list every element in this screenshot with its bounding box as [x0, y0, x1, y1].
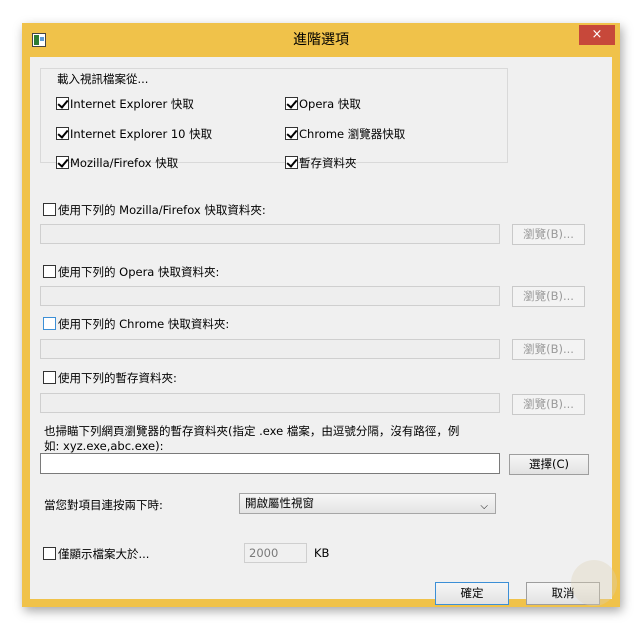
scan-browsers-description: 也掃瞄下列網頁瀏覽器的暫存資料夾(指定 .exe 檔案，由逗號分隔，沒有路徑，例	[44, 424, 460, 438]
temp-folder-label[interactable]: 暫存資料夾	[299, 155, 357, 171]
close-button[interactable]: ×	[579, 25, 615, 45]
custom-firefox-folder-label[interactable]: 使用下列的 Mozilla/Firefox 快取資料夾:	[58, 202, 266, 218]
opera-browse-button[interactable]: 瀏覽(B)...	[512, 286, 585, 307]
browser-exe-list-input[interactable]	[40, 453, 500, 474]
custom-temp-folder-label[interactable]: 使用下列的暫存資料夾:	[58, 370, 177, 386]
custom-temp-folder-checkbox[interactable]	[43, 371, 56, 384]
custom-firefox-folder-checkbox[interactable]	[43, 203, 56, 216]
opera-cache-label[interactable]: Opera 快取	[299, 96, 361, 112]
temp-folder-path-field[interactable]	[40, 393, 500, 413]
title-bar[interactable]: 進階選項 ×	[22, 23, 620, 57]
select-exe-button[interactable]: 選擇(C)	[509, 454, 589, 475]
min-size-label[interactable]: 僅顯示檔案大於...	[58, 546, 149, 562]
opera-folder-path-field[interactable]	[40, 286, 500, 306]
load-from-group: 載入視訊檔案從... Internet Explorer 快取 Opera 快取…	[40, 68, 508, 170]
temp-folder-checkbox[interactable]	[285, 156, 298, 169]
load-from-group-title: 載入視訊檔案從...	[55, 71, 151, 87]
min-size-checkbox[interactable]	[43, 547, 56, 560]
ie10-cache-label[interactable]: Internet Explorer 10 快取	[70, 126, 212, 142]
ie10-cache-checkbox[interactable]	[56, 127, 69, 140]
firefox-cache-label[interactable]: Mozilla/Firefox 快取	[70, 155, 178, 171]
scan-browsers-example: 如: xyz.exe,abc.exe):	[44, 439, 164, 453]
opera-cache-checkbox[interactable]	[285, 97, 298, 110]
min-size-unit: KB	[314, 546, 330, 560]
min-size-input[interactable]: 2000	[244, 543, 307, 563]
temp-browse-button[interactable]: 瀏覽(B)...	[512, 394, 585, 415]
custom-opera-folder-label[interactable]: 使用下列的 Opera 快取資料夾:	[58, 264, 219, 280]
ie-cache-checkbox[interactable]	[56, 97, 69, 110]
custom-chrome-folder-checkbox[interactable]	[43, 317, 56, 330]
ie-cache-label[interactable]: Internet Explorer 快取	[70, 96, 194, 112]
chrome-cache-checkbox[interactable]	[285, 127, 298, 140]
chrome-cache-label[interactable]: Chrome 瀏覽器快取	[299, 126, 405, 142]
window-title: 進階選項	[293, 32, 349, 48]
custom-chrome-folder-label[interactable]: 使用下列的 Chrome 快取資料夾:	[58, 316, 229, 332]
custom-opera-folder-checkbox[interactable]	[43, 265, 56, 278]
chevron-down-icon: ⌵	[480, 501, 488, 512]
chrome-folder-path-field[interactable]	[40, 339, 500, 359]
firefox-folder-path-field[interactable]	[40, 224, 500, 244]
watermark-logo	[571, 560, 617, 606]
double-click-label: 當您對項目連按兩下時:	[44, 498, 163, 512]
firefox-browse-button[interactable]: 瀏覽(B)...	[512, 224, 585, 245]
double-click-action-value: 開啟屬性視窗	[245, 496, 314, 510]
firefox-cache-checkbox[interactable]	[56, 156, 69, 169]
double-click-action-select[interactable]: 開啟屬性視窗 ⌵	[239, 493, 496, 514]
ok-button[interactable]: 確定	[435, 582, 509, 605]
advanced-options-dialog: 進階選項 × 載入視訊檔案從... Internet Explorer 快取 O…	[22, 23, 620, 607]
chrome-browse-button[interactable]: 瀏覽(B)...	[512, 339, 585, 360]
dialog-content: 載入視訊檔案從... Internet Explorer 快取 Opera 快取…	[30, 57, 612, 605]
